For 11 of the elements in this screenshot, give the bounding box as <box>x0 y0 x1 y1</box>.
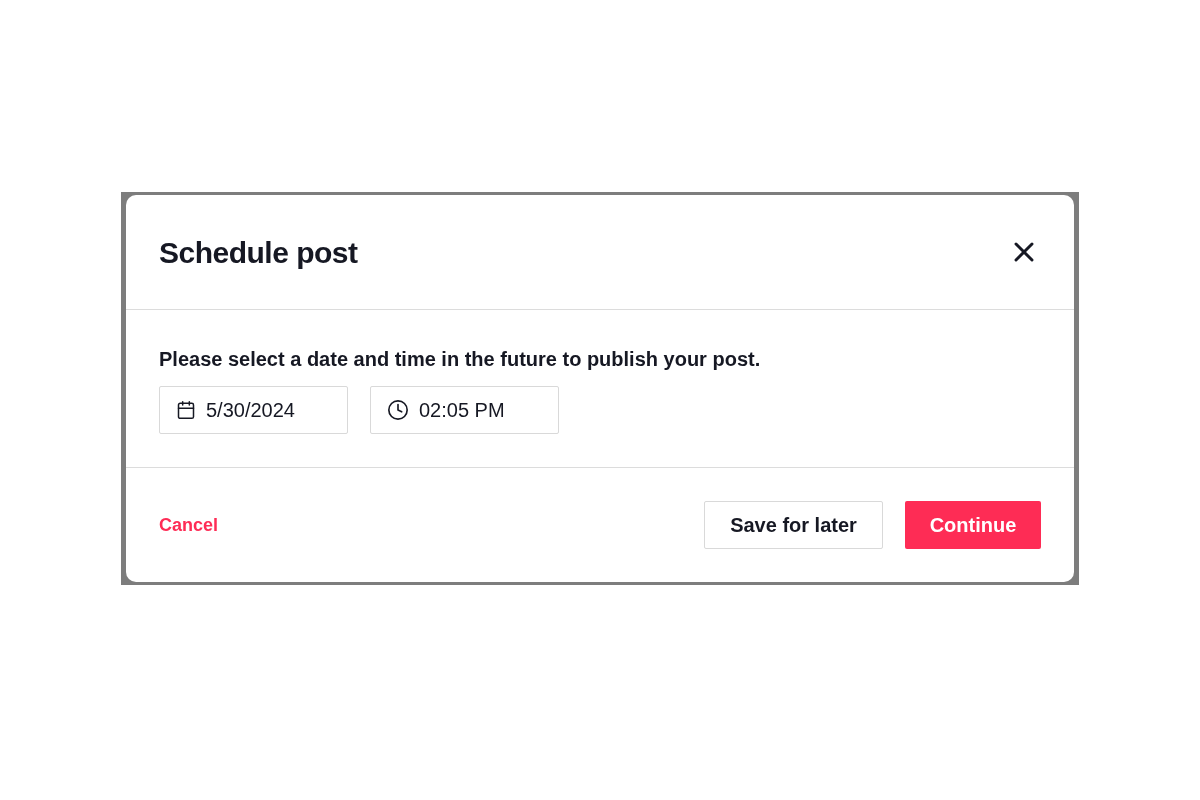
field-value: 02:05 PM <box>419 398 505 423</box>
save-for-later-button[interactable]: Save for later <box>704 501 883 549</box>
continue-button[interactable]: Continue <box>905 501 1041 549</box>
clock-icon <box>387 399 409 421</box>
instruction-text: Please select a date and time in the future to publish your post. <box>159 347 762 372</box>
field-value: 5/30/2024 <box>206 398 295 423</box>
calendar-icon <box>176 400 196 420</box>
time-field[interactable]: 02:05 PM <box>370 386 559 434</box>
dialog-title: Schedule post <box>159 234 358 271</box>
date-field[interactable]: 5/30/2024 <box>159 386 348 434</box>
cancel-link[interactable]: Cancel <box>159 511 219 539</box>
